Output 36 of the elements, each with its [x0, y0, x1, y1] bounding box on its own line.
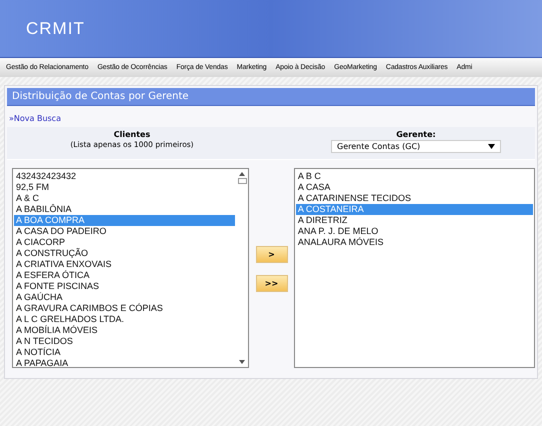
list-item[interactable]: A L C GRELHADOS LTDA. — [14, 314, 236, 325]
list-item[interactable]: A NOTÍCIA — [14, 347, 236, 358]
list-item[interactable]: ANALAURA MÓVEIS — [296, 237, 533, 248]
move-button[interactable]: >> — [256, 275, 288, 292]
list-item[interactable]: A & C — [14, 193, 236, 204]
clients-listbox[interactable] — [12, 168, 250, 368]
list-item[interactable]: A FONTE PISCINAS — [14, 281, 236, 292]
list-item[interactable]: A CATARINENSE TECIDOS — [296, 193, 533, 204]
scroll-down-icon[interactable] — [239, 360, 246, 364]
list-item[interactable]: A BABILÔNIA — [14, 204, 236, 215]
list-item[interactable]: A CRIATIVA ENXOVAIS — [14, 259, 236, 270]
new-search-link[interactable]: »Nova Busca — [9, 114, 61, 123]
list-item[interactable]: A N TECIDOS — [14, 336, 236, 347]
scroll-up-icon[interactable] — [239, 172, 246, 176]
list-item[interactable]: A MOBÍLIA MÓVEIS — [14, 325, 236, 336]
list-item[interactable]: A CASA — [296, 182, 533, 193]
caret-icon — [488, 144, 495, 149]
list-item[interactable]: A ESFERA ÓTICA — [14, 270, 236, 281]
panel-title: Distribuição de Contas por Gerente — [7, 88, 535, 106]
list-item[interactable]: A CIACORP — [14, 237, 236, 248]
manager-dropdown[interactable]: Gerente Contas (GC) — [331, 140, 501, 153]
list-item[interactable]: 92,5 FM — [14, 182, 236, 193]
list-item[interactable]: A PAPAGAIA — [14, 358, 236, 369]
list-item[interactable]: A B C — [296, 171, 533, 182]
list-item[interactable]: A GRAVURA CARIMBOS E CÓPIAS — [14, 303, 236, 314]
list-item[interactable]: 432432423432 — [14, 171, 236, 182]
clients-heading: Clientes — [114, 130, 150, 139]
list-item[interactable]: A CASA DO PADEIRO — [14, 226, 236, 237]
list-item[interactable]: A CONSTRUÇÃO — [14, 248, 236, 259]
list-item[interactable]: A GAÚCHA — [14, 292, 236, 303]
move-button[interactable]: > — [256, 246, 288, 263]
list-item[interactable]: A DIRETRIZ — [296, 215, 533, 226]
manager-listbox[interactable]: A B C A CASA A CATARINENSE TECIDOS A COSTANEIRA A DIRETRIZ ANA P. J. DE MELO ANALAURA MÓVEIS — [294, 168, 535, 368]
manager-heading: Gerente: — [396, 130, 436, 139]
logo: CRMIT — [26, 18, 85, 38]
list-item[interactable]: ANA P. J. DE MELO — [296, 226, 533, 237]
